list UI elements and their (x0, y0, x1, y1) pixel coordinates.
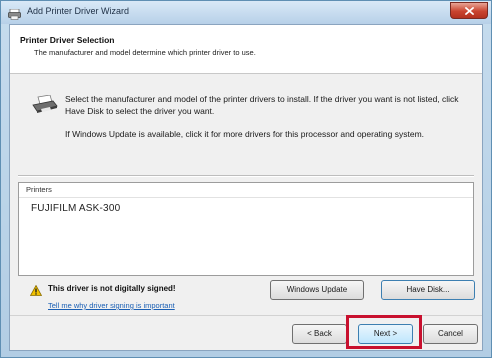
windows-update-instruction: If Windows Update is available, click it… (65, 129, 425, 139)
printers-header-label: Printers (26, 185, 52, 194)
printers-column-header[interactable]: Printers (19, 183, 473, 198)
window-title: Add Printer Driver Wizard (27, 6, 130, 16)
next-button-highlight (346, 315, 422, 349)
printers-list[interactable]: Printers FUJIFILM ASK-300 (18, 182, 474, 276)
warning-icon (29, 283, 43, 301)
list-item-printer[interactable]: FUJIFILM ASK-300 (31, 203, 120, 214)
wizard-header: Printer Driver Selection The manufacture… (10, 25, 482, 74)
page-title: Printer Driver Selection (20, 35, 115, 45)
windows-update-button[interactable]: Windows Update (270, 280, 364, 300)
instruction-text: Select the manufacturer and model of the… (65, 94, 459, 116)
printer-icon (32, 94, 58, 120)
wizard-window: Add Printer Driver Wizard Printer Driver… (0, 0, 492, 358)
have-disk-button[interactable]: Have Disk... (381, 280, 475, 300)
cancel-button[interactable]: Cancel (423, 324, 478, 344)
printer-wizard-icon (8, 7, 21, 20)
close-button[interactable] (450, 2, 488, 19)
wizard-content: Printer Driver Selection The manufacture… (9, 24, 483, 351)
unsigned-driver-warning: This driver is not digitally signed! (48, 284, 176, 293)
page-subtitle: The manufacturer and model determine whi… (34, 48, 256, 57)
back-button[interactable]: < Back (292, 324, 347, 344)
divider (18, 175, 474, 177)
title-bar[interactable]: Add Printer Driver Wizard (1, 1, 491, 24)
close-icon (465, 7, 474, 15)
driver-signing-link[interactable]: Tell me why driver signing is important (48, 301, 175, 310)
